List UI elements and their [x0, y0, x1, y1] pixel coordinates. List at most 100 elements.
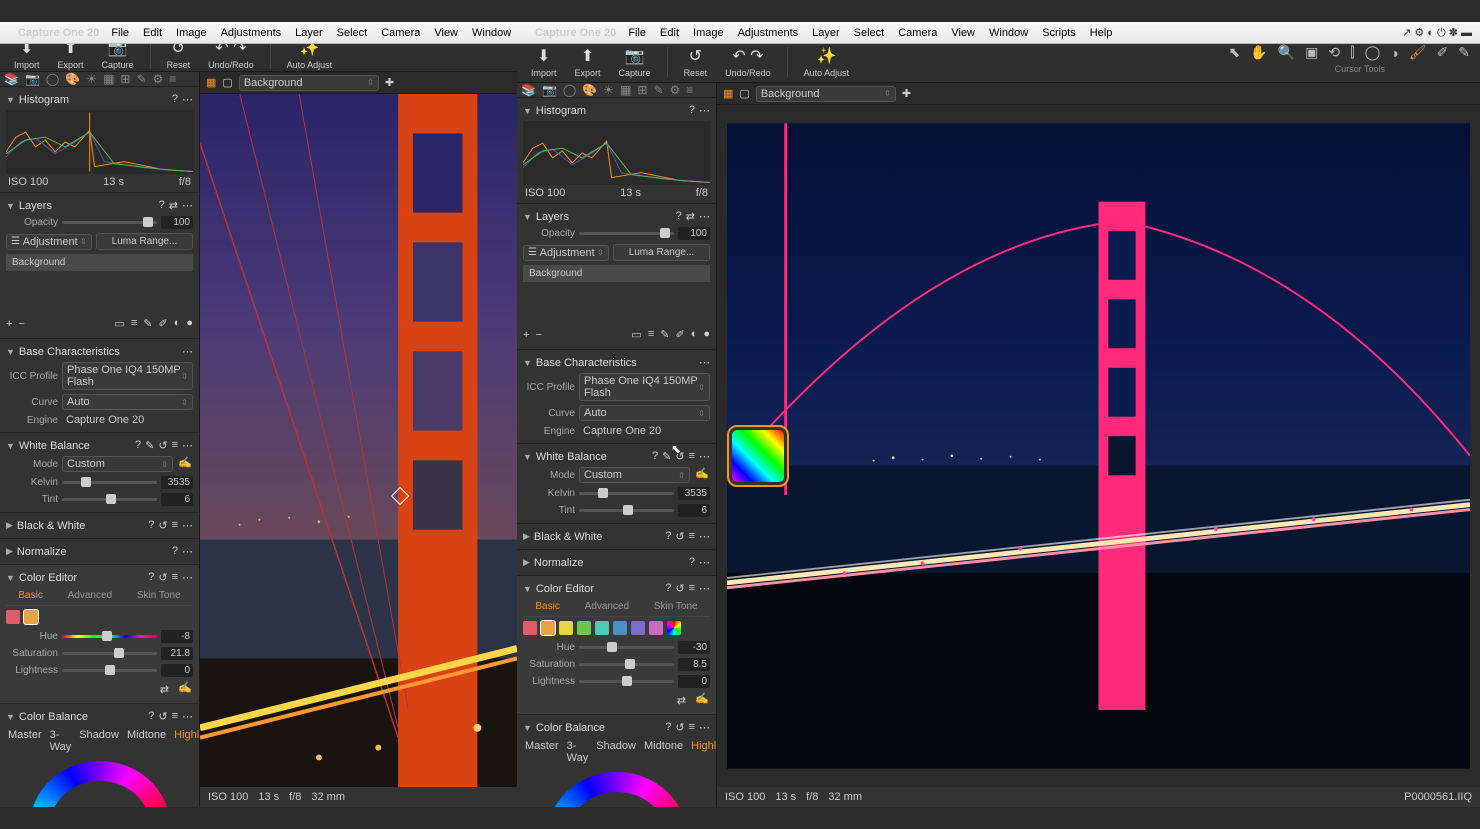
tab-adjust-icon[interactable]: ⊞: [637, 83, 647, 97]
menu-file[interactable]: File: [111, 27, 129, 39]
add-icon[interactable]: ✚: [902, 87, 911, 100]
menu-adjustments[interactable]: Adjustments: [221, 27, 282, 39]
undo-button[interactable]: ↶ ↷Undo/Redo: [719, 44, 777, 80]
help-icon[interactable]: ?: [689, 104, 695, 117]
annotate-tool-icon[interactable]: ✎: [1458, 44, 1470, 61]
opacity-slider[interactable]: [62, 221, 157, 224]
swatch[interactable]: [541, 621, 555, 635]
curve-select[interactable]: Auto⇳: [62, 394, 193, 410]
menu-image[interactable]: Image: [693, 27, 724, 39]
mask-tool-icon[interactable]: ◑: [1390, 45, 1398, 61]
preset-icon[interactable]: ≡: [172, 439, 178, 452]
mask-icon[interactable]: ▭: [114, 317, 124, 330]
grid-icon[interactable]: ▦: [206, 76, 216, 89]
ce-tab-adv[interactable]: Advanced: [68, 590, 112, 601]
erase-tool-icon[interactable]: ✐: [1437, 44, 1449, 61]
gradient-icon[interactable]: ◐: [174, 317, 181, 330]
icc-select[interactable]: Phase One IQ4 150MP Flash⇳: [579, 373, 710, 401]
tab-capture-icon[interactable]: 📷: [25, 72, 40, 86]
luma-range-button[interactable]: Luma Range...: [96, 233, 193, 250]
tab-details-icon[interactable]: ▦: [103, 72, 114, 86]
single-icon[interactable]: ▢: [222, 76, 232, 89]
image-canvas[interactable]: [717, 105, 1480, 787]
tab-color-icon[interactable]: 🎨: [65, 72, 80, 86]
more-icon[interactable]: ⋯: [182, 93, 193, 106]
tab-color-icon[interactable]: 🎨: [582, 83, 597, 97]
tab-batch-icon[interactable]: ≡: [169, 72, 176, 86]
kelvin-val[interactable]: 3535: [161, 476, 193, 489]
select-tool-icon[interactable]: ⬉: [1229, 44, 1241, 61]
help-icon[interactable]: ?: [135, 439, 141, 452]
add-layer-icon[interactable]: +: [6, 318, 12, 330]
layer-select[interactable]: Background⇳: [756, 86, 896, 102]
layer-type-select[interactable]: ☰ Adjustment⇳: [6, 234, 92, 250]
cb-master[interactable]: Master: [8, 729, 42, 753]
tab-details-icon[interactable]: ▦: [620, 83, 631, 97]
hue-slider[interactable]: [579, 646, 674, 649]
menu-adjustments[interactable]: Adjustments: [738, 27, 799, 39]
tint-val[interactable]: 6: [161, 493, 193, 506]
tab-batch-icon[interactable]: ≡: [686, 83, 693, 97]
menu-view[interactable]: View: [434, 27, 458, 39]
auto-adjust-button[interactable]: ✨Auto Adjust: [798, 44, 856, 80]
swatch[interactable]: [559, 621, 573, 635]
ce-tab-skin[interactable]: Skin Tone: [137, 590, 181, 601]
tab-library-icon[interactable]: 📚: [4, 72, 19, 86]
swatch[interactable]: [24, 610, 38, 624]
tab-output-icon[interactable]: ⚙: [670, 83, 681, 97]
tab-lens-icon[interactable]: ◯: [46, 72, 59, 86]
tab-exposure-icon[interactable]: ☀: [603, 83, 614, 97]
ce-tab-basic[interactable]: Basic: [535, 601, 559, 612]
more-icon[interactable]: ⋯: [699, 104, 710, 117]
tab-capture-icon[interactable]: 📷: [542, 83, 557, 97]
menu-window[interactable]: Window: [472, 27, 511, 39]
swatch[interactable]: [577, 621, 591, 635]
cb-shadow[interactable]: Shadow: [596, 740, 636, 764]
help-icon[interactable]: ?: [159, 199, 165, 212]
luma-range-button[interactable]: Luma Range...: [613, 244, 710, 261]
color-editor-floating[interactable]: [727, 425, 789, 487]
reset-button[interactable]: ↺Reset: [678, 44, 714, 80]
crop-tool-icon[interactable]: ▣: [1305, 44, 1318, 61]
tab-exposure-icon[interactable]: ☀: [86, 72, 97, 86]
hue-slider[interactable]: [62, 635, 157, 638]
opacity-slider[interactable]: [579, 232, 674, 235]
menu-camera[interactable]: Camera: [381, 27, 420, 39]
sat-slider[interactable]: [579, 663, 674, 666]
direct-color-icon[interactable]: ⇄: [160, 683, 169, 696]
tint-slider[interactable]: [579, 509, 674, 512]
light-val[interactable]: 0: [161, 664, 193, 677]
help-icon[interactable]: ?: [172, 93, 178, 106]
sat-slider[interactable]: [62, 652, 157, 655]
cb-highlight[interactable]: Highlight: [691, 740, 717, 764]
swatch[interactable]: [523, 621, 537, 635]
more-icon[interactable]: ⋯: [182, 571, 193, 584]
add-layer-icon[interactable]: +: [523, 329, 529, 341]
copy-icon[interactable]: ✎: [145, 439, 154, 452]
color-wheel[interactable]: [547, 772, 687, 807]
color-wheel[interactable]: [30, 761, 170, 807]
app-name[interactable]: Capture One 20: [535, 27, 616, 39]
cb-master[interactable]: Master: [525, 740, 559, 764]
cb-3way[interactable]: 3-Way: [50, 729, 72, 753]
help-icon[interactable]: ?: [148, 519, 154, 532]
kelvin-slider[interactable]: [579, 492, 674, 495]
menu-select[interactable]: Select: [854, 27, 885, 39]
help-icon[interactable]: ?: [148, 710, 154, 723]
menu-camera[interactable]: Camera: [898, 27, 937, 39]
menu-edit[interactable]: Edit: [660, 27, 679, 39]
app-name[interactable]: Capture One 20: [18, 27, 99, 39]
layer-bg[interactable]: Background: [523, 265, 710, 282]
menu-view[interactable]: View: [951, 27, 975, 39]
layer-type-select[interactable]: ☰ Adjustment⇳: [523, 245, 609, 261]
keystone-tool-icon[interactable]: ⫿: [1350, 44, 1354, 61]
menu-image[interactable]: Image: [176, 27, 207, 39]
ce-tab-adv[interactable]: Advanced: [585, 601, 629, 612]
more-icon[interactable]: ⋯: [182, 199, 193, 212]
cb-mid[interactable]: Midtone: [127, 729, 166, 753]
sat-val[interactable]: 21.8: [161, 647, 193, 660]
menu-select[interactable]: Select: [337, 27, 368, 39]
export-button[interactable]: ⬆Export: [569, 44, 607, 80]
cb-mid[interactable]: Midtone: [644, 740, 683, 764]
menu-scripts[interactable]: Scripts: [1042, 27, 1076, 39]
